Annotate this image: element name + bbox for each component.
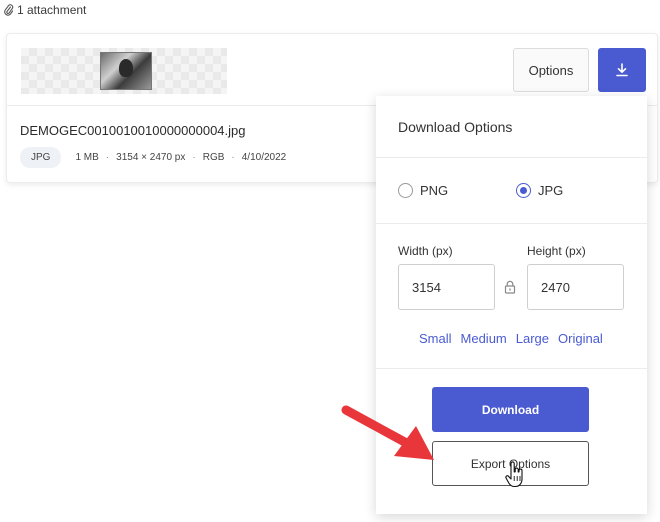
width-input[interactable] [398, 264, 495, 310]
file-date: 4/10/2022 [241, 152, 287, 163]
download-icon [616, 63, 628, 77]
attachments-header: 1 attachment [4, 3, 86, 17]
format-selector: PNG JPG [376, 158, 647, 224]
preset-medium[interactable]: Medium [461, 331, 507, 346]
image-thumbnail[interactable] [100, 52, 152, 90]
annotation-arrow-icon [341, 405, 434, 460]
file-metadata: JPG 1 MB · 3154 × 2470 px · RGB · 4/10/2… [20, 147, 286, 168]
file-size: 1 MB [75, 152, 99, 163]
file-name: DEMOGEC0010010010000000004.jpg [20, 123, 246, 138]
preset-small[interactable]: Small [419, 331, 452, 346]
format-option-png[interactable]: PNG [398, 183, 448, 198]
dimensions-section: Width (px) Height (px) Small Medium Larg… [376, 224, 647, 369]
format-label-png: PNG [420, 183, 449, 198]
thumbnail-strip[interactable] [21, 48, 227, 94]
size-presets: Small Medium Large Original [419, 331, 603, 346]
height-label: Height (px) [527, 244, 586, 258]
format-label-jpg: JPG [538, 183, 564, 198]
preset-large[interactable]: Large [516, 331, 549, 346]
separator: · [231, 152, 235, 163]
radio-jpg[interactable] [516, 183, 531, 198]
radio-png[interactable] [398, 183, 413, 198]
format-option-jpg[interactable]: JPG [516, 183, 563, 198]
width-label: Width (px) [398, 244, 453, 258]
height-input[interactable] [527, 264, 624, 310]
lock-icon[interactable] [504, 280, 516, 294]
download-button[interactable] [598, 48, 646, 92]
paperclip-icon [4, 4, 14, 16]
separator: · [192, 152, 196, 163]
attachments-count: 1 attachment [17, 3, 87, 17]
file-color-mode: RGB [202, 152, 225, 163]
separator: · [105, 152, 110, 163]
hand-cursor-icon [505, 461, 523, 488]
file-type-badge: JPG [20, 147, 62, 168]
panel-title: Download Options [376, 96, 647, 158]
preset-original[interactable]: Original [558, 331, 603, 346]
download-confirm-button[interactable]: Download [432, 387, 589, 432]
options-button[interactable]: Options [513, 48, 589, 92]
file-dimensions: 3154 × 2470 px [116, 152, 186, 163]
